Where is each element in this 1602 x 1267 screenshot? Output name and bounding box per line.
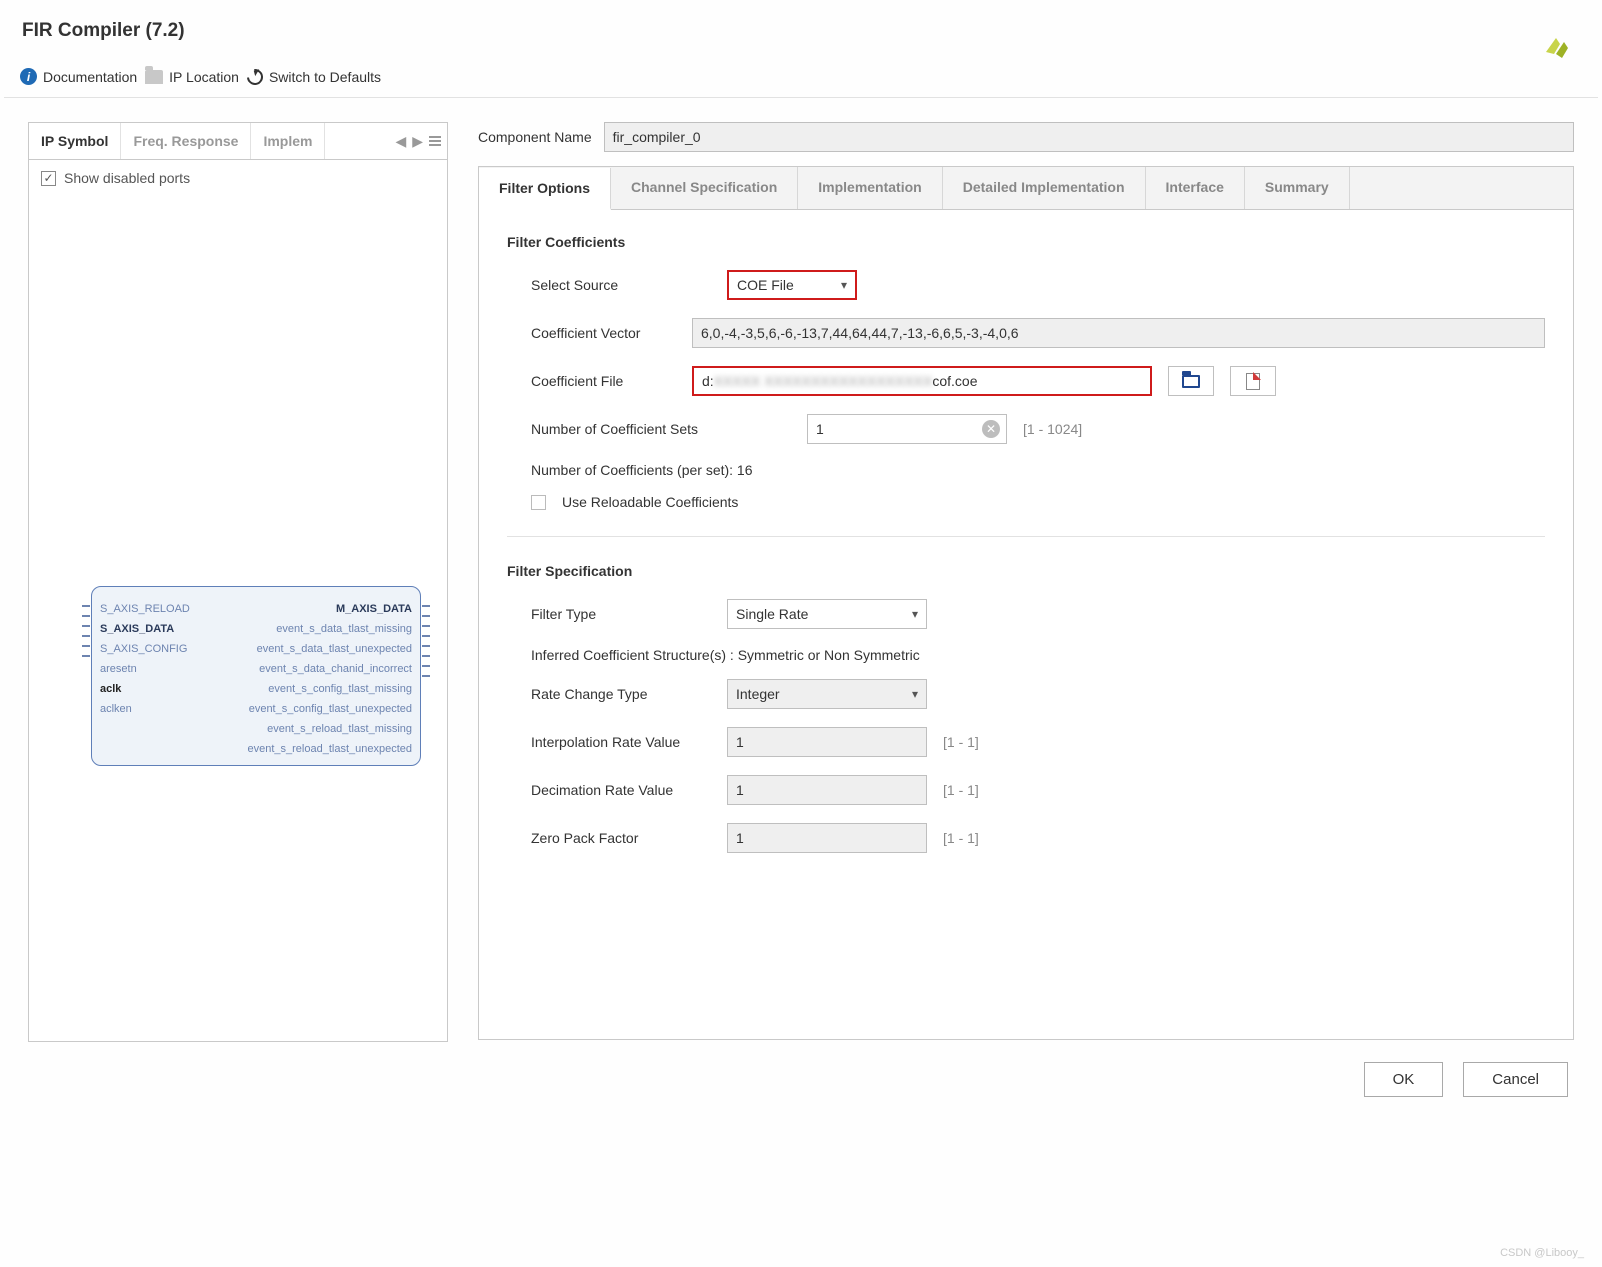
filter-type-dropdown[interactable]: Single Rate▾: [727, 599, 927, 629]
coeff-file-input[interactable]: d: XXXXX XXXXXXXXXXXXXXXXXX cof.coe: [692, 366, 1152, 396]
coeff-file-redacted: XXXXX XXXXXXXXXXXXXXXXXX: [714, 373, 933, 389]
pin-aclk: aclk: [100, 683, 121, 695]
tab-detailed-implementation[interactable]: Detailed Implementation: [943, 167, 1146, 209]
select-source-dropdown[interactable]: COE File ▾: [727, 270, 857, 300]
pin-s-axis-config: S_AXIS_CONFIG: [100, 643, 187, 655]
switch-defaults-label: Switch to Defaults: [269, 69, 381, 85]
refresh-icon: [244, 65, 267, 88]
pin-s-axis-reload: S_AXIS_RELOAD: [100, 603, 190, 615]
folder-icon: [145, 70, 163, 84]
tab-interface[interactable]: Interface: [1146, 167, 1245, 209]
info-icon: i: [20, 68, 37, 85]
switch-defaults-link[interactable]: Switch to Defaults: [247, 69, 381, 85]
tab-filter-options-body: Filter Coefficients Select Source COE Fi…: [478, 210, 1574, 1040]
num-coeff-sets-hint: [1 - 1024]: [1023, 421, 1082, 437]
pin-event-1: event_s_data_tlast_missing: [276, 623, 412, 635]
chevron-down-icon: ▾: [912, 607, 918, 621]
inferred-structure: Inferred Coefficient Structure(s) : Symm…: [531, 647, 1545, 663]
rate-change-type-dropdown[interactable]: Integer▾: [727, 679, 927, 709]
folder-open-icon: [1182, 375, 1200, 388]
num-coeff-per-set: Number of Coefficients (per set): 16: [531, 462, 1545, 478]
interp-rate-hint: [1 - 1]: [943, 734, 979, 750]
reloadable-row[interactable]: Use Reloadable Coefficients: [531, 494, 1545, 510]
tab-channel-spec[interactable]: Channel Specification: [611, 167, 798, 209]
zero-pack-label: Zero Pack Factor: [531, 830, 711, 846]
tab-implementation[interactable]: Implementation: [798, 167, 942, 209]
pin-s-axis-data: S_AXIS_DATA: [100, 623, 174, 635]
decim-rate-hint: [1 - 1]: [943, 782, 979, 798]
show-disabled-label: Show disabled ports: [64, 170, 190, 186]
config-panel: Component Name fir_compiler_0 Filter Opt…: [478, 122, 1574, 1040]
pin-event-6: event_s_reload_tlast_missing: [267, 723, 412, 735]
coeff-vector-input[interactable]: 6,0,-4,-3,5,6,-6,-13,7,44,64,44,7,-13,-6…: [692, 318, 1545, 348]
app-window: FIR Compiler (7.2) i Documentation IP Lo…: [0, 0, 1602, 1267]
tab-scroll-right-icon[interactable]: ▶: [412, 133, 423, 150]
rate-change-type-label: Rate Change Type: [531, 686, 711, 702]
interp-rate-input[interactable]: 1: [727, 727, 927, 757]
pin-event-4: event_s_config_tlast_missing: [268, 683, 412, 695]
tab-summary[interactable]: Summary: [1245, 167, 1350, 209]
tab-scroll-left-icon[interactable]: ◀: [395, 133, 406, 150]
coeff-vector-label: Coefficient Vector: [531, 325, 676, 341]
component-name-label: Component Name: [478, 129, 592, 145]
pin-aresetn: aresetn: [100, 663, 137, 675]
decim-rate-label: Decimation Rate Value: [531, 782, 711, 798]
interp-rate-label: Interpolation Rate Value: [531, 734, 711, 750]
section-filter-spec: Filter Specification: [507, 563, 1545, 579]
num-coeff-sets-input[interactable]: 1 ✕: [807, 414, 1007, 444]
dialog-footer: OK Cancel: [4, 1042, 1598, 1121]
pin-event-5: event_s_config_tlast_unexpected: [249, 703, 412, 715]
tab-freq-response[interactable]: Freq. Response: [121, 123, 251, 159]
pin-event-3: event_s_data_chanid_incorrect: [259, 663, 412, 675]
clear-icon[interactable]: ✕: [982, 420, 1000, 438]
preview-panel: IP Symbol Freq. Response Implem ◀ ▶ ✓ Sh…: [28, 122, 448, 1042]
decim-rate-input[interactable]: 1: [727, 775, 927, 805]
top-toolbar: i Documentation IP Location Switch to De…: [4, 62, 1598, 98]
ok-button[interactable]: OK: [1364, 1062, 1444, 1097]
filter-type-label: Filter Type: [531, 606, 711, 622]
reloadable-label: Use Reloadable Coefficients: [562, 494, 738, 510]
tab-ip-symbol[interactable]: IP Symbol: [29, 123, 121, 159]
coeff-file-browse-button[interactable]: [1168, 366, 1214, 396]
vendor-logo: [1536, 28, 1572, 67]
ip-location-label: IP Location: [169, 69, 239, 85]
document-edit-icon: [1246, 373, 1260, 390]
divider: [507, 536, 1545, 537]
select-source-label: Select Source: [531, 277, 711, 293]
watermark: CSDN @Libooy_: [1500, 1247, 1584, 1259]
coeff-file-label: Coefficient File: [531, 373, 676, 389]
tab-filter-options[interactable]: Filter Options: [479, 168, 611, 210]
pin-m-axis-data: M_AXIS_DATA: [336, 603, 412, 615]
preview-tabs: IP Symbol Freq. Response Implem ◀ ▶: [29, 123, 447, 160]
cancel-button[interactable]: Cancel: [1463, 1062, 1568, 1097]
component-name-input[interactable]: fir_compiler_0: [604, 122, 1574, 152]
documentation-label: Documentation: [43, 69, 137, 85]
ip-symbol-diagram: S_AXIS_RELOAD S_AXIS_DATA S_AXIS_CONFIG …: [29, 196, 447, 1041]
documentation-link[interactable]: i Documentation: [20, 68, 137, 85]
pin-event-7: event_s_reload_tlast_unexpected: [247, 743, 412, 755]
section-filter-coeff: Filter Coefficients: [507, 234, 1545, 250]
tab-menu-icon[interactable]: [429, 136, 441, 146]
pin-aclken: aclken: [100, 703, 132, 715]
window-title: FIR Compiler (7.2): [4, 2, 1598, 62]
reloadable-checkbox[interactable]: [531, 495, 546, 510]
zero-pack-input[interactable]: 1: [727, 823, 927, 853]
coeff-file-edit-button[interactable]: [1230, 366, 1276, 396]
zero-pack-hint: [1 - 1]: [943, 830, 979, 846]
config-tabs: Filter Options Channel Specification Imp…: [478, 166, 1574, 210]
ip-location-link[interactable]: IP Location: [145, 69, 239, 85]
show-disabled-row[interactable]: ✓ Show disabled ports: [29, 160, 447, 196]
chevron-down-icon: ▾: [912, 687, 918, 701]
pin-event-2: event_s_data_tlast_unexpected: [257, 643, 412, 655]
num-coeff-sets-label: Number of Coefficient Sets: [531, 421, 791, 437]
ip-block: S_AXIS_RELOAD S_AXIS_DATA S_AXIS_CONFIG …: [91, 586, 421, 766]
tab-implem[interactable]: Implem: [251, 123, 325, 159]
show-disabled-checkbox[interactable]: ✓: [41, 171, 56, 186]
chevron-down-icon: ▾: [841, 278, 847, 292]
